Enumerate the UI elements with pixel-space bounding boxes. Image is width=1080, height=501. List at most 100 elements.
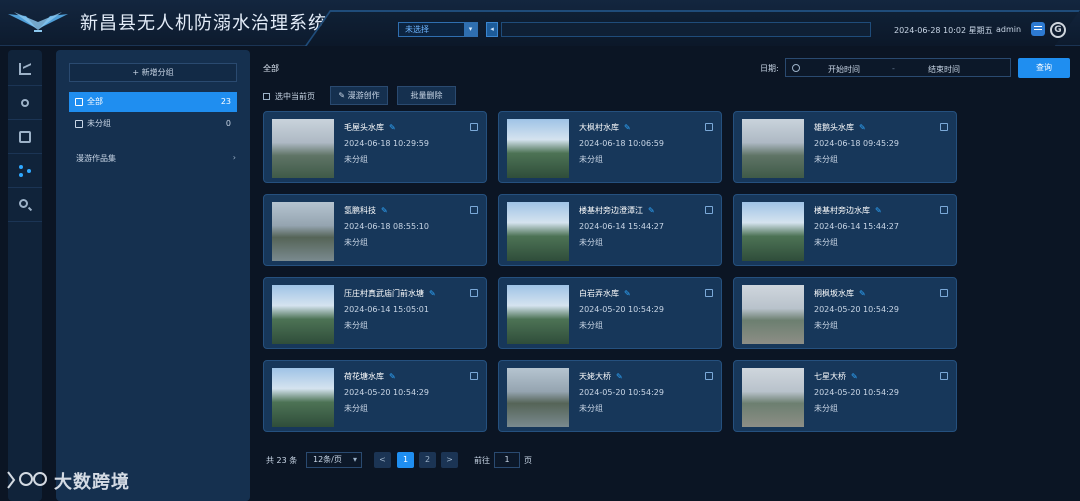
- drone-photo-thumbnail[interactable]: [742, 368, 804, 427]
- date-range-picker[interactable]: 开始时间 - 结束时间: [785, 58, 1011, 77]
- edit-pen-icon[interactable]: ✎: [381, 206, 388, 215]
- card-title: 桐枫坂水库 ✎: [814, 288, 866, 299]
- start-time-input[interactable]: 开始时间: [828, 64, 860, 75]
- date-label: 日期:: [760, 64, 779, 73]
- username[interactable]: admin: [996, 25, 1021, 34]
- page-button-1[interactable]: 1: [397, 452, 414, 468]
- folder-icon: [75, 98, 83, 106]
- edit-pen-icon[interactable]: ✎: [429, 289, 436, 298]
- rail-item-chart[interactable]: [8, 52, 42, 86]
- card-timestamp: 2024-06-14 15:05:01: [344, 305, 429, 314]
- group-count: 23: [220, 97, 231, 106]
- card-group: 未分组: [579, 238, 603, 247]
- drone-photo-thumbnail[interactable]: [507, 368, 569, 427]
- card-group: 未分组: [579, 404, 603, 413]
- edit-pen-icon[interactable]: ✎: [851, 372, 858, 381]
- next-page-button[interactable]: >: [441, 452, 458, 468]
- card-checkbox[interactable]: [470, 289, 478, 297]
- media-card[interactable]: 桐枫坂水库 ✎ 2024-05-20 10:54:29 未分组: [733, 277, 957, 349]
- rail-item-drone[interactable]: [8, 86, 42, 120]
- card-checkbox[interactable]: [470, 123, 478, 131]
- card-title-text: 桐枫坂水库: [814, 289, 854, 298]
- card-title: 楼基村旁边澄潭江 ✎: [579, 205, 655, 216]
- media-card[interactable]: 氢鹏科技 ✎ 2024-06-18 08:55:10 未分组: [263, 194, 487, 266]
- works-collection-item[interactable]: 漫游作品集 ›: [76, 153, 236, 167]
- card-title-text: 白岩弄水库: [579, 289, 619, 298]
- device-select[interactable]: 未选择 ▾: [398, 22, 478, 37]
- card-checkbox[interactable]: [470, 206, 478, 214]
- group-label: 未分组: [87, 119, 111, 128]
- end-time-input[interactable]: 结束时间: [928, 64, 960, 75]
- drone-photo-thumbnail[interactable]: [742, 285, 804, 344]
- message-icon[interactable]: [1031, 22, 1045, 36]
- group-item-all[interactable]: 全部 23: [69, 92, 237, 112]
- g-logo-icon[interactable]: G: [1050, 22, 1066, 38]
- card-title: 白岩弄水库 ✎: [579, 288, 631, 299]
- edit-pen-icon[interactable]: ✎: [624, 123, 631, 132]
- query-button[interactable]: 查询: [1018, 58, 1070, 78]
- rail-item-calendar[interactable]: [8, 120, 42, 154]
- media-card[interactable]: 白岩弄水库 ✎ 2024-05-20 10:54:29 未分组: [498, 277, 722, 349]
- media-card[interactable]: 天姥大桥 ✎ 2024-05-20 10:54:29 未分组: [498, 360, 722, 432]
- card-group: 未分组: [814, 321, 838, 330]
- drone-photo-thumbnail[interactable]: [272, 202, 334, 261]
- edit-pen-icon[interactable]: ✎: [875, 206, 882, 215]
- edit-pen-icon[interactable]: ✎: [648, 206, 655, 215]
- goto-page-input[interactable]: 1: [494, 452, 520, 468]
- card-timestamp: 2024-06-14 15:44:27: [579, 222, 664, 231]
- current-datetime: 2024-06-28 10:02 星期五: [894, 26, 993, 35]
- add-group-button[interactable]: + 新增分组: [69, 63, 237, 82]
- card-checkbox[interactable]: [705, 206, 713, 214]
- drone-photo-thumbnail[interactable]: [507, 285, 569, 344]
- card-checkbox[interactable]: [705, 123, 713, 131]
- breadcrumb: 全部: [263, 64, 279, 73]
- batch-delete-button[interactable]: 批量删除: [397, 86, 456, 105]
- card-title: 天姥大桥 ✎: [579, 371, 623, 382]
- media-card[interactable]: 压庄村真武庙门前水塘 ✎ 2024-06-14 15:05:01 未分组: [263, 277, 487, 349]
- drone-photo-thumbnail[interactable]: [272, 285, 334, 344]
- drone-photo-thumbnail[interactable]: [272, 368, 334, 427]
- roaming-create-button[interactable]: ✎ 漫游创作: [330, 86, 388, 105]
- card-group: 未分组: [814, 404, 838, 413]
- card-checkbox[interactable]: [940, 372, 948, 380]
- play-button[interactable]: ◂: [486, 22, 498, 37]
- rail-item-roaming[interactable]: [8, 154, 42, 188]
- card-title-text: 雄鹅头水库: [814, 123, 854, 132]
- media-card[interactable]: 楼基村旁边水库 ✎ 2024-06-14 15:44:27 未分组: [733, 194, 957, 266]
- drone-photo-thumbnail[interactable]: [507, 202, 569, 261]
- edit-pen-icon[interactable]: ✎: [389, 123, 396, 132]
- group-item-ungrouped[interactable]: 未分组 0: [69, 114, 237, 134]
- card-checkbox[interactable]: [940, 206, 948, 214]
- drone-photo-thumbnail[interactable]: [272, 119, 334, 178]
- card-checkbox[interactable]: [705, 289, 713, 297]
- app-root: 新昌县无人机防溺水治理系统 未选择 ▾ ◂ 2024-06-28 10:02 星…: [0, 0, 1080, 501]
- card-title-text: 毛屋头水库: [344, 123, 384, 132]
- timeline-bar[interactable]: [501, 22, 871, 37]
- media-card[interactable]: 荷花塘水库 ✎ 2024-05-20 10:54:29 未分组: [263, 360, 487, 432]
- select-page-checkbox[interactable]: 选中当前页: [263, 91, 315, 102]
- card-checkbox[interactable]: [940, 123, 948, 131]
- media-card[interactable]: 大枫村水库 ✎ 2024-06-18 10:06:59 未分组: [498, 111, 722, 183]
- media-card[interactable]: 楼基村旁边澄潭江 ✎ 2024-06-14 15:44:27 未分组: [498, 194, 722, 266]
- card-checkbox[interactable]: [470, 372, 478, 380]
- edit-pen-icon[interactable]: ✎: [389, 372, 396, 381]
- edit-pen-icon[interactable]: ✎: [624, 289, 631, 298]
- media-card[interactable]: 毛屋头水库 ✎ 2024-06-18 10:29:59 未分组: [263, 111, 487, 183]
- page-size-select[interactable]: 12条/页 ▾: [306, 452, 362, 468]
- drone-photo-thumbnail[interactable]: [742, 119, 804, 178]
- calendar-icon: [19, 131, 31, 143]
- media-card[interactable]: 七星大桥 ✎ 2024-05-20 10:54:29 未分组: [733, 360, 957, 432]
- edit-pen-icon[interactable]: ✎: [616, 372, 623, 381]
- rail-item-search[interactable]: [8, 188, 42, 222]
- edit-pen-icon[interactable]: ✎: [859, 123, 866, 132]
- media-card[interactable]: 雄鹅头水库 ✎ 2024-06-18 09:45:29 未分组: [733, 111, 957, 183]
- edit-pen-icon[interactable]: ✎: [859, 289, 866, 298]
- page-button-2[interactable]: 2: [419, 452, 436, 468]
- card-timestamp: 2024-05-20 10:54:29: [579, 305, 664, 314]
- card-checkbox[interactable]: [940, 289, 948, 297]
- card-checkbox[interactable]: [705, 372, 713, 380]
- group-label: 全部: [87, 97, 103, 106]
- drone-photo-thumbnail[interactable]: [742, 202, 804, 261]
- prev-page-button[interactable]: <: [374, 452, 391, 468]
- drone-photo-thumbnail[interactable]: [507, 119, 569, 178]
